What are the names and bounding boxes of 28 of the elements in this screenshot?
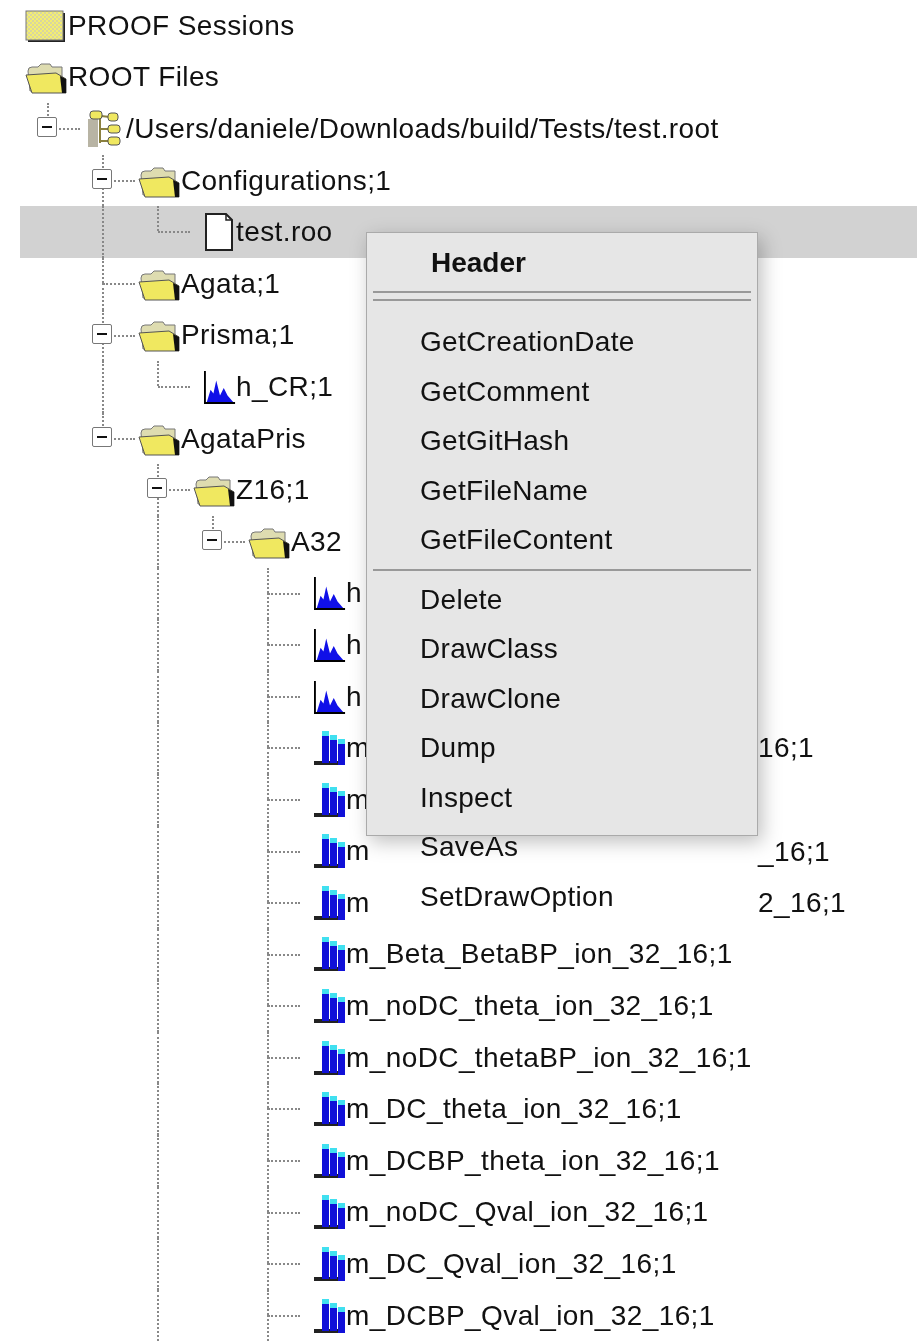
menu-title: Header: [430, 246, 527, 280]
tree-item-label: Prisma;1: [181, 319, 295, 352]
tree-item-label: PROOF Sessions: [68, 9, 295, 42]
tree-item-label: h: [346, 628, 362, 661]
tree-item-label: 16;1: [758, 731, 815, 766]
tree-item-label: Configurations;1: [181, 164, 392, 197]
tree-item-label: Z16;1: [236, 474, 310, 507]
tree-item-label: A32: [291, 525, 343, 558]
tree-item-label: m_Beta_BetaBP_ion_32_16;1: [346, 938, 733, 971]
tree-item-label: ROOT Files: [68, 61, 220, 94]
tree-item-label: m_DC_Qval_ion_32_16;1: [346, 1248, 677, 1281]
tree-item-label: m: [346, 886, 370, 919]
tree-item-label: m_DCBP_Qval_ion_32_16;1: [346, 1299, 715, 1332]
tree-item-label: AgataPris: [181, 422, 306, 455]
tree-item-label: /Users/daniele/Downloads/build/Tests/test.root: [126, 113, 719, 145]
tree-item-label: m_noDC_Qval_ion_32_16;1: [346, 1196, 709, 1229]
tree-item-label: m_DCBP_theta_ion_32_16;1: [346, 1144, 720, 1177]
tree-item-label: _16;1: [758, 834, 831, 869]
tree-item-label: m_noDC_theta_ion_32_16;1: [346, 990, 714, 1023]
tree-item-label: h_CR;1: [236, 370, 334, 403]
tree-item-label: m_DC_theta_ion_32_16;1: [346, 1093, 682, 1126]
tree-item-label: m: [346, 835, 370, 868]
tree-item-label: 2_16;1: [758, 886, 847, 921]
tree-item-label: Agata;1: [181, 267, 281, 300]
tree-item-label: test.roo: [236, 216, 333, 249]
tree-item-label: h: [346, 680, 362, 713]
tree-item-label: h: [346, 577, 362, 610]
tree-item-label: m_noDC_thetaBP_ion_32_16;1: [346, 1041, 752, 1074]
